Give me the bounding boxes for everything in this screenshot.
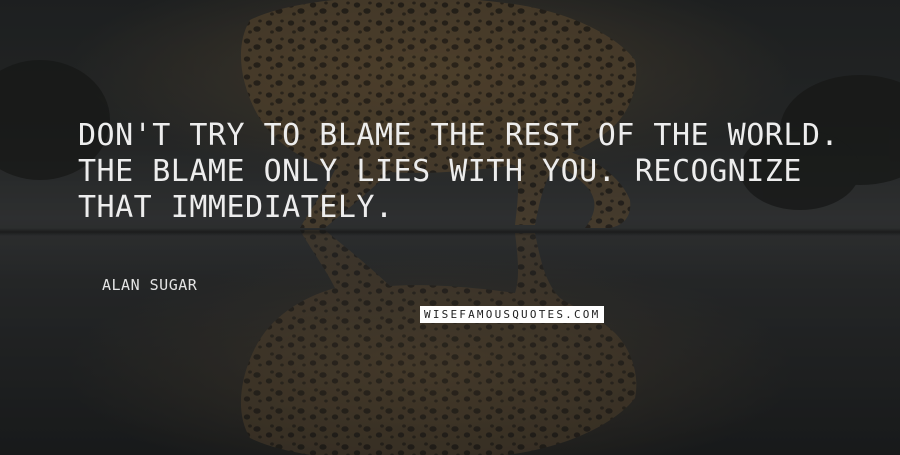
site-watermark: wisefamousquotes.com xyxy=(420,306,605,323)
quote-image: Don't try to blame the rest of the world… xyxy=(0,0,900,455)
waterline xyxy=(0,228,900,236)
quote-text: Don't try to blame the rest of the world… xyxy=(78,118,840,225)
quote-author: Alan Sugar xyxy=(102,276,198,294)
